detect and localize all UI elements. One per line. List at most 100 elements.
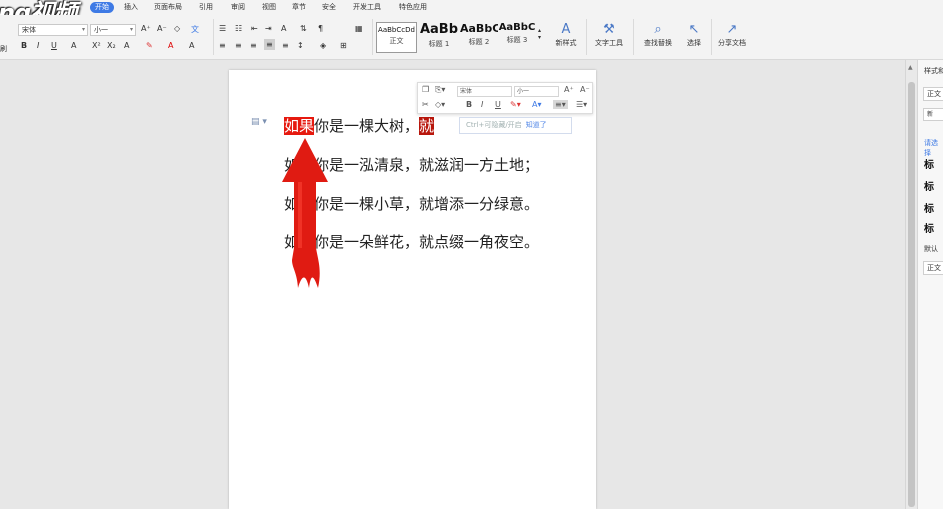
distributed-icon[interactable]: ≡ <box>282 41 289 50</box>
text-tools-button[interactable]: ⚒ 文字工具 <box>590 22 628 48</box>
mini-bold-icon[interactable]: B <box>466 100 472 109</box>
mini-font-name[interactable]: 宋体 <box>457 86 512 97</box>
font-color-icon[interactable]: A <box>168 41 173 50</box>
tab-developer[interactable]: 开发工具 <box>353 2 381 13</box>
scroll-up-icon[interactable]: ▲ <box>908 64 913 71</box>
new-style-mini-button[interactable]: 新 <box>923 108 943 121</box>
sort-icon[interactable]: ⇅ <box>300 24 307 33</box>
chinese-layout-icon[interactable]: A <box>281 24 286 33</box>
paragraph-marker-icon[interactable]: ▤ ▾ <box>251 117 267 127</box>
line-1[interactable]: 如果你是一棵大树，就 <box>284 115 435 136</box>
mini-italic-icon[interactable]: I <box>481 100 483 109</box>
cursor-icon: ↖ <box>688 22 700 37</box>
got-it-link[interactable]: 知道了 <box>526 121 547 129</box>
style-list-item-2[interactable]: 标 <box>924 178 934 193</box>
style-heading-1[interactable]: AaBb 标题 1 <box>418 22 460 53</box>
bold-icon[interactable]: B <box>21 41 27 50</box>
table-grid-icon[interactable]: ▦ <box>355 24 363 33</box>
align-left-icon[interactable]: ≡ <box>219 41 226 50</box>
new-style-button[interactable]: A 新样式 <box>549 22 583 48</box>
subscript-icon[interactable]: X₂ <box>107 41 116 50</box>
style-heading-3[interactable]: AaBbC 标题 3 <box>498 22 536 53</box>
italic-icon[interactable]: I <box>37 41 39 50</box>
format-painter-label[interactable]: 刷 <box>0 44 7 54</box>
select-button[interactable]: ↖ 选择 <box>680 22 708 48</box>
mini-grow-icon[interactable]: A⁺ <box>564 85 574 94</box>
outdent-icon[interactable]: ⇤ <box>251 24 258 33</box>
tab-view[interactable]: 视图 <box>262 2 276 13</box>
mini-font-size[interactable]: 小一 <box>514 86 559 97</box>
superscript-icon[interactable]: X² <box>92 41 101 50</box>
font-name-value: 宋体 <box>22 26 36 34</box>
styles-panel-title: 样式和 <box>924 67 943 75</box>
current-style-box[interactable]: 正文 <box>923 87 943 101</box>
mini-shrink-icon[interactable]: A⁻ <box>580 85 590 94</box>
wrench-icon: ⚒ <box>603 22 615 37</box>
share-icon: ↗ <box>726 22 738 37</box>
new-style-icon: A <box>561 22 571 37</box>
bullets-icon[interactable]: ☰ <box>219 24 226 33</box>
vertical-scrollbar[interactable]: ▲ <box>905 60 917 509</box>
tab-security[interactable]: 安全 <box>322 2 336 13</box>
cut-icon[interactable]: ✂ <box>422 100 429 109</box>
style-normal[interactable]: AaBbCcDd 正文 <box>376 22 417 53</box>
selected-text[interactable]: 如果 <box>284 117 315 135</box>
tab-chapter[interactable]: 章节 <box>292 2 306 13</box>
mini-font-color-icon[interactable]: A▾ <box>532 100 542 109</box>
find-replace-button[interactable]: ⌕ 查找替换 <box>638 22 678 48</box>
phonetic-icon[interactable]: 文 <box>191 24 199 35</box>
toolbar-hint: Ctrl+可隐藏/开启 知道了 <box>459 117 572 134</box>
mini-underline-icon[interactable]: U <box>495 100 501 109</box>
tab-home[interactable]: 开始 <box>90 2 114 13</box>
strikethrough-icon[interactable]: A <box>71 41 76 50</box>
highlight-icon[interactable]: ✎ <box>146 41 153 50</box>
line-spacing-icon[interactable]: ↕ <box>297 41 304 50</box>
numbering-icon[interactable]: ☷ <box>235 24 242 33</box>
style-list-item-3[interactable]: 标 <box>924 200 934 215</box>
shading-icon[interactable]: ◈ <box>320 41 326 50</box>
line-1-middle: 你是一棵大树， <box>314 117 420 135</box>
style-heading-2[interactable]: AaBbC 标题 2 <box>460 22 498 53</box>
indent-icon[interactable]: ⇥ <box>265 24 272 33</box>
font-grow-icon[interactable]: A⁺ <box>141 24 151 33</box>
clear-format-icon[interactable]: ◇ <box>174 24 180 33</box>
red-arrow-annotation <box>282 138 328 288</box>
default-label: 默认 <box>924 245 938 253</box>
pick-format-link[interactable]: 请选择 <box>924 138 943 158</box>
line-1-highlight-end: 就 <box>419 117 435 135</box>
tab-page-layout[interactable]: 页面布局 <box>154 2 182 13</box>
tab-special[interactable]: 特色应用 <box>399 2 427 13</box>
format-brush-icon[interactable]: ◇▾ <box>435 100 445 109</box>
copy-format-icon[interactable]: ❐ <box>422 85 429 94</box>
bottom-style-box[interactable]: 正文 <box>923 261 943 275</box>
search-icon: ⌕ <box>654 22 662 37</box>
font-shrink-icon[interactable]: A⁻ <box>157 24 167 33</box>
justify-icon[interactable]: ≡ <box>264 39 275 50</box>
align-right-icon[interactable]: ≡ <box>250 41 257 50</box>
paste-icon[interactable]: ⎘▾ <box>435 85 445 95</box>
show-marks-icon[interactable]: ¶ <box>318 24 323 33</box>
styles-panel: 样式和 正文 新 请选择 标 标 标 标 默认 正文 <box>917 60 943 509</box>
mini-list-icon[interactable]: ☰▾ <box>576 100 587 109</box>
share-doc-button[interactable]: ↗ 分享文档 <box>715 22 749 48</box>
mini-highlight-icon[interactable]: ✎▾ <box>510 100 521 109</box>
tab-references[interactable]: 引用 <box>199 2 213 13</box>
align-center-icon[interactable]: ≡ <box>235 41 242 50</box>
style-list-item-4[interactable]: 标 <box>924 220 934 235</box>
border-icon[interactable]: ⊞ <box>340 41 347 50</box>
font-size-value: 小一 <box>94 26 108 34</box>
font-name-select[interactable]: 宋体 ▾ <box>18 24 88 36</box>
tab-review[interactable]: 审阅 <box>231 2 245 13</box>
text-effect-icon[interactable]: A <box>124 41 129 50</box>
menu-bar: ng视频 开始 插入 页面布局 引用 审阅 视图 章节 安全 开发工具 特色应用 <box>0 0 943 27</box>
mini-toolbar: ❐ ⎘▾ 宋体 小一 A⁺ A⁻ ✂ ◇▾ B I U ✎▾ A▾ ≡▾ ☰▾ <box>417 82 593 114</box>
char-border-icon[interactable]: A <box>189 41 194 50</box>
tab-insert[interactable]: 插入 <box>124 2 138 13</box>
ribbon: 宋体 ▾ 小一 ▾ A⁺ A⁻ ◇ 文 B I U A X² X₂ A ✎ A A … <box>0 15 943 60</box>
font-size-select[interactable]: 小一 ▾ <box>90 24 136 36</box>
style-list-item-1[interactable]: 标 <box>924 156 934 171</box>
styles-expand-icon[interactable]: ▴ ▾ <box>538 27 541 41</box>
scroll-thumb[interactable] <box>908 82 915 507</box>
mini-align-icon[interactable]: ≡▾ <box>553 100 568 109</box>
underline-icon[interactable]: U <box>51 41 57 50</box>
